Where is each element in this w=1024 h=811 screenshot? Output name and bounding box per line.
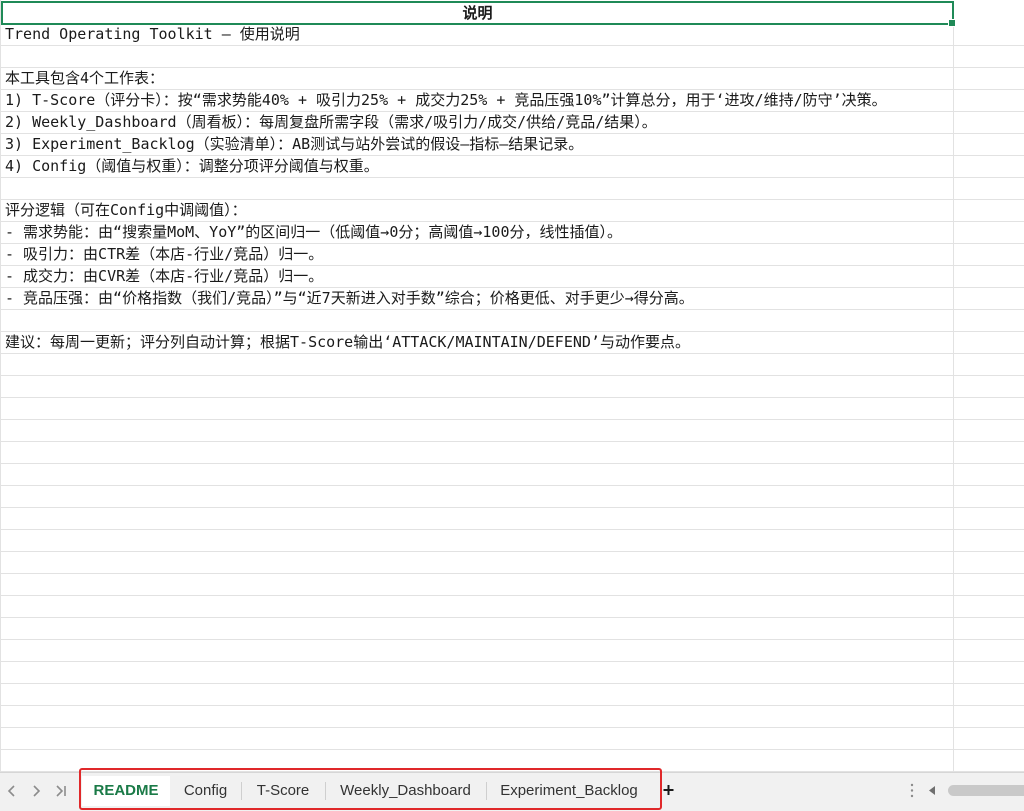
sheet-tab-config[interactable]: Config bbox=[170, 776, 241, 806]
cell-row[interactable] bbox=[0, 574, 1024, 596]
cell-rows: Trend Operating Toolkit — 使用说明 本工具包含4个工作… bbox=[0, 24, 1024, 772]
cell-row[interactable]: Trend Operating Toolkit — 使用说明 bbox=[0, 24, 1024, 46]
cell-row[interactable]: 3) Experiment_Backlog（实验清单）：AB测试与站外尝试的假设… bbox=[0, 134, 1024, 156]
cell-row[interactable] bbox=[0, 486, 1024, 508]
cell-text: 3) Experiment_Backlog（实验清单）：AB测试与站外尝试的假设… bbox=[5, 135, 584, 153]
cell-text: Trend Operating Toolkit — 使用说明 bbox=[5, 25, 300, 43]
cell-row[interactable] bbox=[0, 310, 1024, 332]
cell-text: 建议：每周一更新；评分列自动计算；根据T-Score输出‘ATTACK/MAIN… bbox=[5, 333, 690, 351]
cell-row[interactable] bbox=[0, 442, 1024, 464]
chevron-right-icon[interactable] bbox=[30, 784, 42, 798]
cell-row[interactable]: - 竞品压强：由“价格指数（我们/竞品）”与“近7天新进入对手数”综合；价格更低… bbox=[0, 288, 1024, 310]
cell-row[interactable] bbox=[0, 530, 1024, 552]
cell-row[interactable]: - 需求势能：由“搜索量MoM、YoY”的区间归一（低阈值→0分；高阈值→100… bbox=[0, 222, 1024, 244]
sheet-tab-t-score[interactable]: T-Score bbox=[241, 776, 325, 806]
cell-text: - 需求势能：由“搜索量MoM、YoY”的区间归一（低阈值→0分；高阈值→100… bbox=[5, 223, 622, 241]
last-sheet-icon[interactable] bbox=[54, 784, 68, 798]
cell-row[interactable]: 4) Config（阈值与权重）：调整分项评分阈值与权重。 bbox=[0, 156, 1024, 178]
cell-row[interactable] bbox=[0, 640, 1024, 662]
title-cell-text: 说明 bbox=[462, 4, 493, 22]
cell-row[interactable]: 评分逻辑（可在Config中调阈值）： bbox=[0, 200, 1024, 222]
title-cell[interactable]: 说明 bbox=[1, 1, 956, 27]
cell-text: - 成交力：由CVR差（本店-行业/竞品）归一。 bbox=[5, 267, 324, 285]
cell-row[interactable] bbox=[0, 464, 1024, 486]
sheet-tab-experiment-backlog[interactable]: Experiment_Backlog bbox=[486, 776, 652, 806]
cell-text: 评分逻辑（可在Config中调阈值）： bbox=[5, 201, 247, 219]
scroll-left-icon[interactable] bbox=[929, 786, 935, 795]
cell-text: 1) T-Score（评分卡）：按“需求势能40% + 吸引力25% + 成交力… bbox=[5, 91, 887, 109]
plus-icon[interactable] bbox=[663, 784, 674, 796]
cell-row[interactable] bbox=[0, 750, 1024, 772]
sheet-grid: 说明 Trend Operating Toolkit — 使用说明 本工具包含4… bbox=[0, 0, 1024, 772]
cell-row[interactable] bbox=[0, 552, 1024, 574]
sheet-tab-readme[interactable]: README bbox=[82, 776, 170, 806]
cell-text: 2) Weekly_Dashboard（周看板）：每周复盘所需字段（需求/吸引力… bbox=[5, 113, 657, 131]
fill-handle[interactable] bbox=[948, 19, 956, 27]
horizontal-scrollbar-thumb[interactable] bbox=[948, 785, 1024, 796]
cell-row[interactable] bbox=[0, 398, 1024, 420]
cell-text: 本工具包含4个工作表： bbox=[5, 69, 165, 87]
cell-row[interactable] bbox=[0, 508, 1024, 530]
split-handle-icon[interactable] bbox=[910, 783, 914, 798]
cell-row[interactable] bbox=[0, 376, 1024, 398]
cell-text: - 吸引力：由CTR差（本店-行业/竞品）归一。 bbox=[5, 245, 324, 263]
cell-row[interactable] bbox=[0, 662, 1024, 684]
sheet-tab-bar: README Config T-Score Weekly_Dashboard E… bbox=[0, 772, 1024, 811]
cell-text: - 竞品压强：由“价格指数（我们/竞品）”与“近7天新进入对手数”综合；价格更低… bbox=[5, 289, 694, 307]
sheet-tab-weekly-dashboard[interactable]: Weekly_Dashboard bbox=[325, 776, 486, 806]
cell-row[interactable] bbox=[0, 46, 1024, 68]
cell-row[interactable] bbox=[0, 706, 1024, 728]
cell-row[interactable] bbox=[0, 728, 1024, 750]
cell-row[interactable]: - 成交力：由CVR差（本店-行业/竞品）归一。 bbox=[0, 266, 1024, 288]
cell-row[interactable] bbox=[0, 354, 1024, 376]
cell-row[interactable] bbox=[0, 618, 1024, 640]
sheet-tabs: README Config T-Score Weekly_Dashboard E… bbox=[82, 776, 652, 806]
chevron-left-icon[interactable] bbox=[6, 784, 18, 798]
cell-row[interactable] bbox=[0, 596, 1024, 618]
cell-row[interactable]: 1) T-Score（评分卡）：按“需求势能40% + 吸引力25% + 成交力… bbox=[0, 90, 1024, 112]
cell-text: 4) Config（阈值与权重）：调整分项评分阈值与权重。 bbox=[5, 157, 379, 175]
cell-row[interactable]: 建议：每周一更新；评分列自动计算；根据T-Score输出‘ATTACK/MAIN… bbox=[0, 332, 1024, 354]
cell-row[interactable] bbox=[0, 420, 1024, 442]
cell-row[interactable]: 2) Weekly_Dashboard（周看板）：每周复盘所需字段（需求/吸引力… bbox=[0, 112, 1024, 134]
cell-row[interactable]: 本工具包含4个工作表： bbox=[0, 68, 1024, 90]
cell-row[interactable] bbox=[0, 684, 1024, 706]
cell-row[interactable]: - 吸引力：由CTR差（本店-行业/竞品）归一。 bbox=[0, 244, 1024, 266]
cell-row[interactable] bbox=[0, 178, 1024, 200]
